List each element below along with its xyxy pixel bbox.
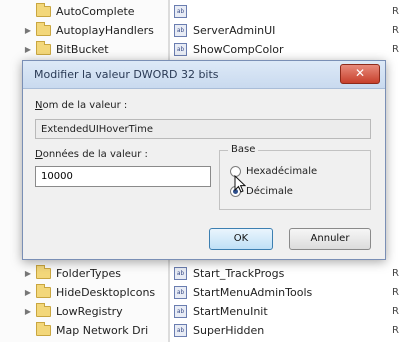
folder-icon — [36, 303, 51, 317]
dword-value-icon: ab — [174, 43, 187, 56]
tree-item[interactable]: ▶ HideDesktopIcons — [24, 283, 155, 302]
tree-item-label: BitBucket — [56, 43, 109, 56]
expander-icon[interactable]: ▶ — [24, 45, 32, 54]
value-name: StartMenuAdminTools — [193, 286, 313, 299]
dialog-titlebar[interactable]: Modifier la valeur DWORD 32 bits ✕ — [23, 61, 385, 89]
value-type: R — [392, 6, 399, 17]
folder-icon — [36, 3, 51, 17]
close-button[interactable]: ✕ — [340, 64, 380, 84]
radio-hexadecimal-label[interactable]: Hexadécimale — [246, 166, 317, 177]
value-name: StartMenuInit — [193, 305, 268, 318]
folder-icon — [36, 284, 51, 298]
value-name-field[interactable]: ExtendedUIHoverTime — [35, 119, 371, 139]
value-name-label: Nom de la valeur : — [35, 100, 127, 111]
value-data-label-text: onnées de la valeur : — [42, 149, 148, 160]
value-row[interactable]: ab SuperHidden R — [174, 321, 399, 340]
value-type: R — [392, 44, 399, 55]
folder-icon — [36, 41, 51, 55]
value-type: R — [392, 268, 399, 279]
value-row[interactable]: ab ServerAdminUI R — [174, 21, 399, 40]
cancel-button[interactable]: Annuler — [289, 228, 371, 250]
tree-item-label: AutoComplete — [56, 5, 135, 18]
value-data-label: Données de la valeur : — [35, 149, 148, 160]
tree-item-label: AutoplayHandlers — [56, 24, 154, 37]
dword-value-icon: ab — [174, 324, 187, 337]
edit-dword-dialog: Modifier la valeur DWORD 32 bits ✕ Nom d… — [22, 60, 386, 260]
dword-value-icon: ab — [174, 267, 187, 280]
tree-item-label: Map Network Dri — [56, 324, 149, 337]
value-name: ShowCompColor — [193, 43, 284, 56]
tree-item[interactable]: ▶ FolderTypes — [24, 264, 121, 283]
radio-decimal-label[interactable]: Décimale — [246, 186, 293, 197]
tree-item-label: HideDesktopIcons — [56, 286, 156, 299]
folder-icon — [36, 265, 51, 279]
value-name-label-text: om de la valeur : — [42, 100, 128, 111]
value-data-label-accesskey: D — [35, 149, 43, 160]
dword-value-icon: ab — [174, 5, 187, 18]
value-name: Start_TrackProgs — [193, 267, 285, 280]
base-label: Base — [228, 144, 259, 155]
tree-item[interactable]: AutoComplete — [24, 2, 135, 21]
value-row[interactable]: ab R — [174, 2, 399, 21]
dword-value-icon: ab — [174, 24, 187, 37]
value-row[interactable]: ab Start_TrackProgs R — [174, 264, 399, 283]
folder-icon — [36, 22, 51, 36]
value-name: SuperHidden — [193, 324, 265, 337]
tree-item[interactable]: ▶ LowRegistry — [24, 302, 123, 321]
value-type: R — [392, 306, 399, 317]
mouse-pointer-icon — [234, 174, 247, 197]
dword-value-icon: ab — [174, 286, 187, 299]
ok-button[interactable]: OK — [209, 228, 273, 250]
expander-icon[interactable]: ▶ — [24, 26, 32, 35]
tree-item[interactable]: ▶ AutoplayHandlers — [24, 21, 154, 40]
value-type: R — [392, 25, 399, 36]
expander-icon[interactable]: ▶ — [24, 288, 32, 297]
dword-value-icon: ab — [174, 305, 187, 318]
expander-icon[interactable]: ▶ — [24, 307, 32, 316]
close-icon: ✕ — [354, 66, 366, 80]
dialog-title: Modifier la valeur DWORD 32 bits — [34, 68, 219, 81]
value-type: R — [392, 287, 399, 298]
tree-item-label: FolderTypes — [56, 267, 121, 280]
tree-item[interactable]: ▶ BitBucket — [24, 40, 109, 59]
value-type: R — [392, 325, 399, 336]
expander-icon[interactable]: ▶ — [24, 269, 32, 278]
value-row[interactable]: ab StartMenuAdminTools R — [174, 283, 399, 302]
value-name: ServerAdminUI — [193, 24, 276, 37]
value-data-input[interactable] — [35, 166, 211, 187]
tree-item[interactable]: Map Network Dri — [24, 321, 148, 340]
tree-item-label: LowRegistry — [56, 305, 123, 318]
folder-icon — [36, 322, 51, 336]
value-row[interactable]: ab ShowCompColor R — [174, 40, 399, 59]
value-row[interactable]: ab StartMenuInit R — [174, 302, 399, 321]
